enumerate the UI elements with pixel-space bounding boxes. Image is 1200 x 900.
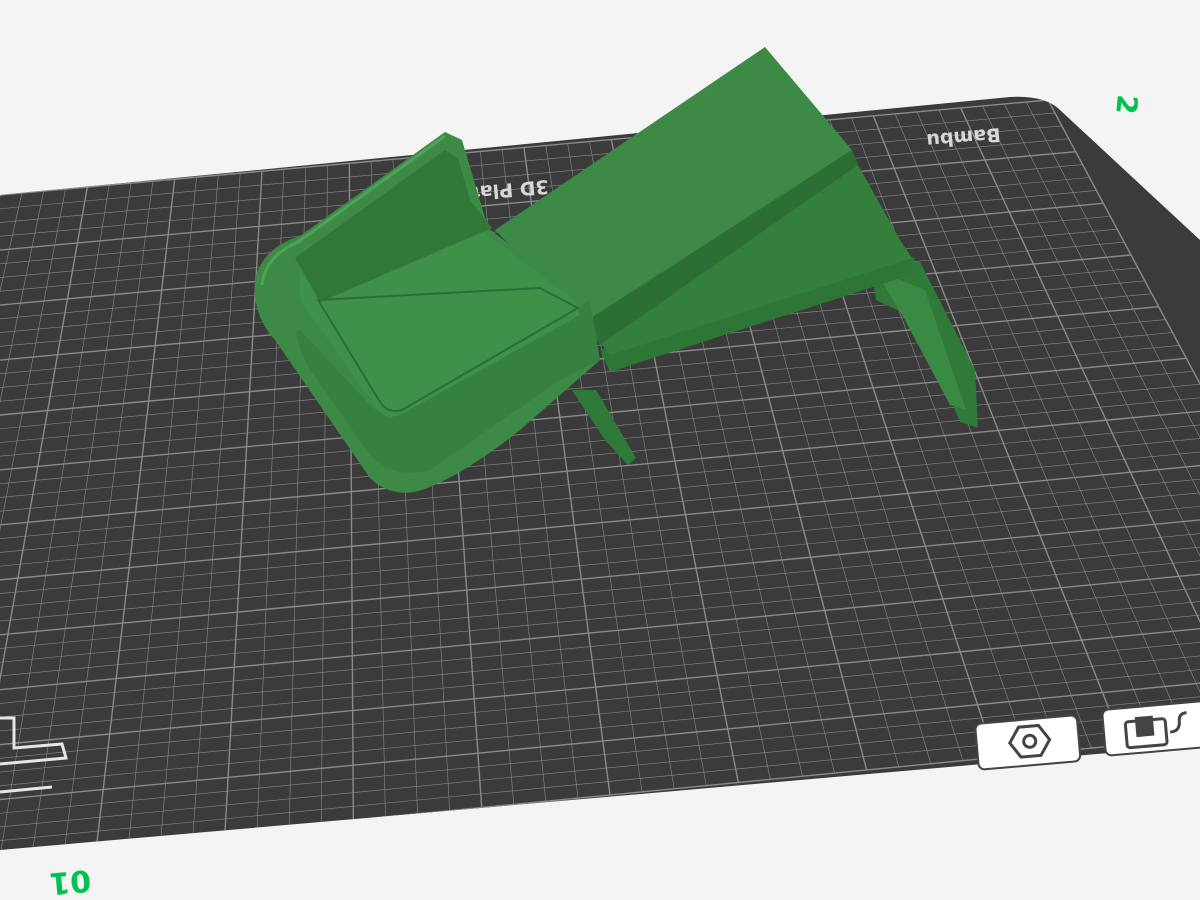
3d-viewport[interactable]: Bambu 3D Plate 01 2 [0, 0, 1200, 900]
scene[interactable]: Bambu 3D Plate 01 2 [0, 0, 1200, 900]
toolbar-arrange-button[interactable] [974, 714, 1082, 771]
corner-marker: 2 [1109, 93, 1144, 115]
toolbar-lock-button[interactable] [1101, 699, 1200, 757]
svg-text:01: 01 [48, 862, 93, 900]
plate-number: 01 [48, 862, 93, 900]
svg-text:2: 2 [1109, 93, 1144, 115]
